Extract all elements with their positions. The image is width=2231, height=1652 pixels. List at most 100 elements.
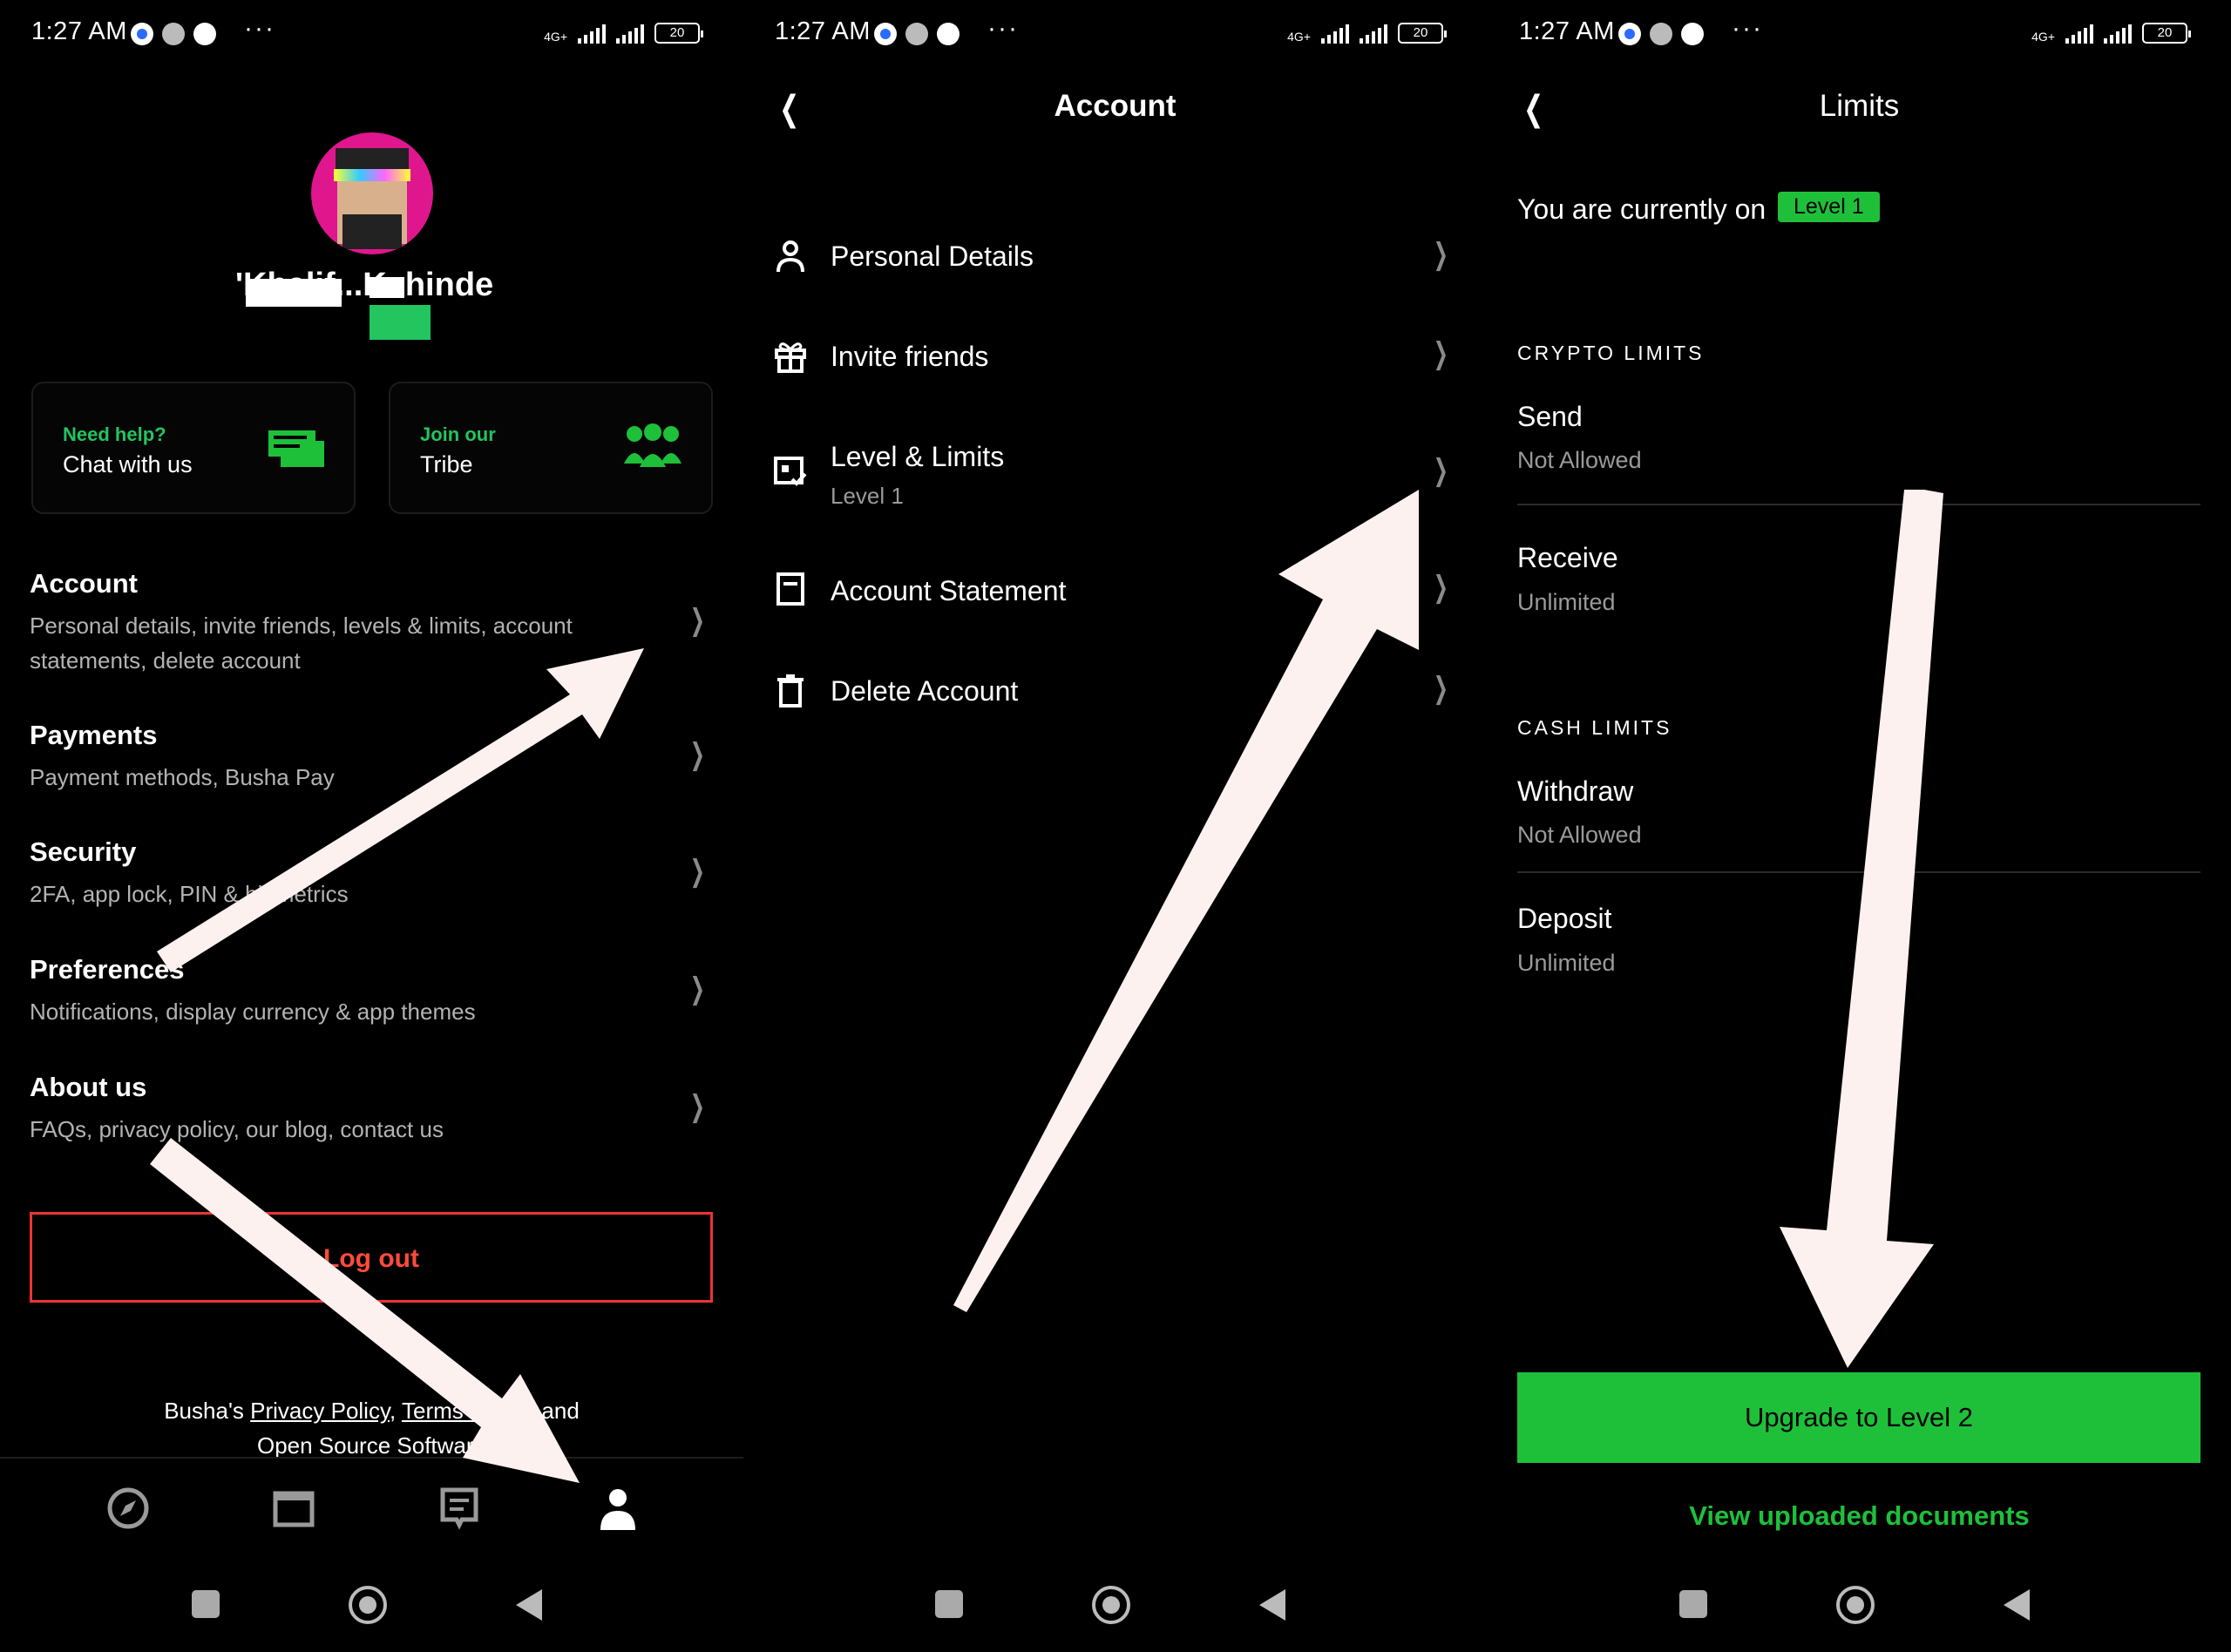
app-icon xyxy=(1650,23,1672,45)
account-screen: 1:27 AM ··· 4G+ 20 ❮ Account Personal De… xyxy=(743,0,1487,1652)
receipt-icon[interactable] xyxy=(436,1485,483,1532)
system-nav-bar xyxy=(0,1586,743,1629)
recents-button[interactable] xyxy=(1679,1590,1707,1618)
messenger-icon xyxy=(131,23,153,45)
menu-title: Security xyxy=(30,836,137,867)
view-documents-link[interactable]: View uploaded documents xyxy=(1488,1500,2231,1532)
row-label: Account Statement xyxy=(831,575,1067,606)
messenger-icon xyxy=(1618,23,1641,45)
menu-title: Preferences xyxy=(30,954,185,985)
chevron-right-icon: ❯ xyxy=(689,855,705,888)
trash-icon xyxy=(777,674,804,708)
compass-icon[interactable] xyxy=(105,1485,152,1532)
level-badge: Level 1 xyxy=(1778,192,1880,222)
row-label: Delete Account xyxy=(831,675,1019,707)
limit-label: Send xyxy=(1517,401,1583,432)
logout-label: Log out xyxy=(323,1244,419,1273)
profile-screen: 1:27 AM ··· 4G+ 20 'Khalif...Kehinde Nee… xyxy=(0,0,743,1652)
status-more-icon: ··· xyxy=(1732,14,1763,43)
page-title: Account xyxy=(1054,89,1177,123)
chevron-right-icon: ❯ xyxy=(1433,672,1448,705)
signal-icon xyxy=(1321,24,1349,44)
status-right: 4G+ 20 xyxy=(2031,23,2191,44)
avatar-hair xyxy=(336,148,409,169)
status-time: 1:27 AM xyxy=(775,17,871,45)
tribe-card[interactable]: Join our Tribe xyxy=(389,382,713,514)
chat-bubbles-icon xyxy=(268,430,324,467)
chevron-right-icon: ❯ xyxy=(689,1090,705,1123)
battery-icon: 20 xyxy=(2142,23,2191,44)
menu-subtitle: 2FA, app lock, PIN & biometrics xyxy=(30,881,349,907)
signal-icon xyxy=(578,24,606,44)
back-nav-button[interactable] xyxy=(516,1589,542,1621)
recents-button[interactable] xyxy=(935,1590,963,1618)
menu-subtitle: Payment methods, Busha Pay xyxy=(30,764,335,790)
home-button[interactable] xyxy=(349,1586,387,1624)
avatar[interactable] xyxy=(311,132,433,254)
system-nav-bar xyxy=(743,1586,1487,1629)
wallet-icon[interactable] xyxy=(270,1485,317,1532)
legal-footer: Busha's Privacy Policy, Terms of Use and xyxy=(0,1398,743,1425)
system-nav-bar xyxy=(1488,1586,2231,1629)
play-icon xyxy=(1681,23,1704,45)
status-notification-icons xyxy=(1618,23,1704,45)
status-time: 1:27 AM xyxy=(31,17,127,45)
current-level-text: You are currently on xyxy=(1517,193,1766,225)
network-label: 4G+ xyxy=(2031,30,2055,44)
limit-label: Withdraw xyxy=(1517,775,1634,807)
profile-icon[interactable] xyxy=(594,1485,641,1532)
play-icon xyxy=(193,23,216,45)
signal-icon xyxy=(2065,24,2093,44)
terms-link[interactable]: Terms of Use xyxy=(402,1398,535,1424)
footer-and: and xyxy=(535,1398,580,1424)
people-group-icon xyxy=(624,423,682,467)
upgrade-button[interactable]: Upgrade to Level 2 xyxy=(1517,1372,2200,1463)
status-right: 4G+ 20 xyxy=(1287,23,1447,44)
row-sublabel: Level 1 xyxy=(831,483,904,509)
chevron-right-icon: ❯ xyxy=(1433,337,1448,370)
card-small-text: Join our xyxy=(420,423,496,445)
screenshot-stage: 1:27 AM ··· 4G+ 20 'Khalif...Kehinde Nee… xyxy=(0,0,2231,1652)
battery-icon: 20 xyxy=(1398,23,1447,44)
menu-title: Payments xyxy=(30,720,158,750)
privacy-policy-link[interactable]: Privacy Policy xyxy=(250,1398,390,1424)
upgrade-label: Upgrade to Level 2 xyxy=(1745,1402,1973,1432)
limit-value: Unlimited xyxy=(1517,589,1616,615)
status-notification-icons xyxy=(131,23,216,45)
card-big-text: Chat with us xyxy=(63,451,193,477)
home-button[interactable] xyxy=(1092,1586,1130,1624)
avatar-headband xyxy=(334,169,410,181)
redaction-block xyxy=(370,305,431,340)
chevron-right-icon: ❯ xyxy=(689,738,705,771)
logout-button[interactable]: Log out xyxy=(30,1212,713,1303)
card-small-text: Need help? xyxy=(63,423,166,445)
id-card-check-icon xyxy=(774,457,807,486)
limits-screen: 1:27 AM ··· 4G+ 20 ❮ Limits You are curr… xyxy=(1488,0,2231,1652)
back-nav-button[interactable] xyxy=(2004,1589,2030,1621)
app-icon xyxy=(905,23,928,45)
recents-button[interactable] xyxy=(192,1590,220,1618)
person-icon xyxy=(776,240,804,273)
signal-icon-2 xyxy=(616,24,644,44)
chevron-right-icon: ❯ xyxy=(1433,571,1448,604)
footer-sep: , xyxy=(390,1398,403,1424)
status-more-icon: ··· xyxy=(987,14,1019,43)
home-button[interactable] xyxy=(1836,1586,1875,1624)
menu-subtitle: Personal details, invite friends, levels… xyxy=(30,613,573,674)
open-source-link[interactable]: Open Source Software xyxy=(0,1432,743,1459)
menu-title: About us xyxy=(30,1072,147,1102)
network-label: 4G+ xyxy=(544,30,567,44)
back-nav-button[interactable] xyxy=(1259,1589,1285,1621)
avatar-beard xyxy=(342,214,402,249)
menu-subtitle: FAQs, privacy policy, our blog, contact … xyxy=(30,1116,444,1142)
row-label: Invite friends xyxy=(831,341,989,372)
chat-support-card[interactable]: Need help? Chat with us xyxy=(31,382,356,514)
page-title: Limits xyxy=(1819,89,1900,123)
document-icon xyxy=(776,572,804,606)
gift-icon xyxy=(775,342,806,373)
redaction-block xyxy=(370,277,404,298)
play-icon xyxy=(937,23,960,45)
signal-icon-2 xyxy=(2104,24,2132,44)
cash-limits-heading: CASH LIMITS xyxy=(1517,716,1672,739)
chevron-right-icon: ❯ xyxy=(1433,238,1448,271)
